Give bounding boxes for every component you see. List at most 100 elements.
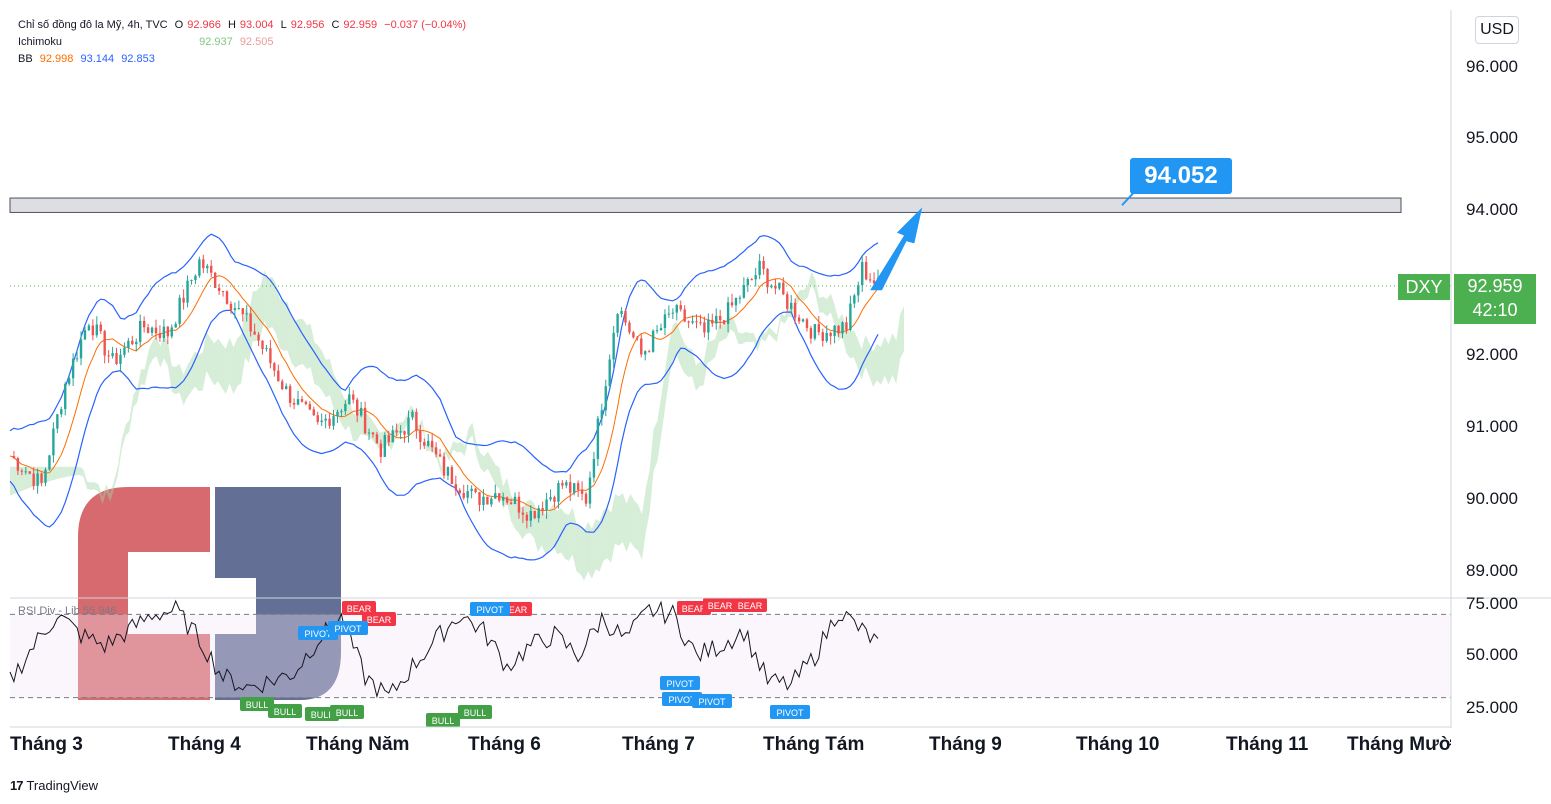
candle-body	[857, 285, 860, 296]
cloud-segment	[299, 318, 303, 366]
candle-body	[849, 303, 852, 331]
target-callout[interactable]: 94.052	[1130, 158, 1232, 194]
signal-label-bull: BULL	[246, 700, 269, 710]
candle-body	[415, 411, 418, 431]
open-label: O	[174, 19, 184, 31]
candle-body	[462, 493, 465, 498]
candle-body	[734, 297, 738, 306]
candle-body	[490, 498, 493, 505]
candle-body	[659, 328, 663, 331]
candle-body	[565, 482, 568, 486]
cloud-segment	[283, 301, 288, 351]
candle-body	[28, 471, 31, 474]
signal-label-bear: BEAR	[367, 615, 392, 625]
candle-body	[202, 259, 205, 269]
rsi-legend[interactable]: RSI Div - Lib 55.946	[18, 605, 116, 617]
cloud-segment	[291, 314, 296, 368]
candle-body	[206, 265, 209, 269]
ichimoku-label[interactable]: Ichimoku	[18, 36, 62, 48]
candle-body	[738, 297, 742, 299]
cloud-segment	[214, 338, 219, 386]
candle-body	[517, 496, 521, 513]
candle-body	[608, 359, 611, 387]
candle-body	[383, 435, 387, 457]
symbol-title[interactable]: Chỉ số đồng đô la Mỹ, 4h, TVC	[18, 19, 168, 31]
candle-body	[210, 265, 213, 273]
close-label: C	[331, 19, 340, 31]
resistance-zone-box	[9, 197, 1402, 213]
candle-body	[687, 321, 690, 323]
tradingview-mark-icon: 17	[10, 778, 24, 793]
time-tick: Tháng 3	[10, 734, 83, 755]
rsi-value: 55.946	[82, 605, 117, 617]
candle-body	[695, 321, 698, 323]
cloud-segment	[591, 518, 596, 579]
candle-body	[509, 502, 513, 505]
candle-body	[758, 260, 761, 276]
candle-body	[265, 348, 268, 350]
candle-body	[64, 383, 67, 410]
candle-body	[868, 279, 872, 281]
candle-body	[423, 441, 426, 446]
candle-body	[32, 473, 35, 486]
ichimoku-value-1: 92.937	[199, 36, 233, 48]
candle-body	[636, 337, 639, 339]
candle-body	[170, 327, 173, 337]
candle-body	[281, 381, 284, 390]
cloud-segment	[557, 508, 562, 555]
cloud-segment	[218, 338, 222, 389]
cloud-segment	[707, 340, 712, 363]
cloud-segment	[318, 345, 323, 391]
bb-label[interactable]: BB	[18, 53, 33, 65]
candle-body	[182, 297, 185, 303]
candle-body	[825, 332, 828, 341]
cloud-segment	[175, 363, 180, 395]
candle-body	[430, 440, 434, 448]
candle-body	[233, 308, 237, 311]
cloud-segment	[268, 276, 273, 330]
candle-body	[864, 261, 868, 280]
candle-body	[549, 497, 552, 500]
rsi-tick: 75.000	[1466, 594, 1518, 613]
candle-body	[537, 508, 540, 519]
currency-button[interactable]: USD	[1475, 16, 1519, 44]
tradingview-logo[interactable]: 17 TradingView	[10, 778, 98, 793]
candle-body	[253, 331, 256, 335]
candle-body	[375, 434, 379, 444]
candle-body	[478, 492, 481, 505]
bar-countdown: 42:10	[1472, 300, 1518, 320]
candle-body	[356, 399, 359, 416]
cloud-segment	[719, 324, 723, 343]
candle-body	[454, 484, 458, 491]
symbol-tag: DXY	[1398, 274, 1450, 300]
candle-body	[277, 370, 280, 382]
candle-body	[841, 322, 844, 334]
candle-body	[261, 340, 264, 350]
candle-body	[703, 322, 706, 333]
candle-body	[553, 497, 556, 502]
candle-body	[691, 321, 694, 323]
candle-body	[56, 414, 59, 429]
candle-body	[217, 287, 221, 291]
time-tick: Tháng 4	[168, 734, 241, 755]
price-tick: 92.000	[1466, 345, 1518, 364]
candle-body	[419, 430, 422, 442]
signal-label-pivot: PIVOT	[666, 679, 694, 689]
candle-body	[569, 482, 572, 493]
candle-body	[150, 327, 154, 333]
candle-body	[48, 455, 51, 470]
candle-body	[655, 330, 659, 332]
signal-label-pivot: PIVOT	[776, 708, 804, 718]
candle-body	[229, 303, 233, 311]
signal-label-bull: BULL	[432, 716, 455, 726]
candle-body	[87, 325, 91, 331]
tradingview-name: TradingView	[26, 778, 99, 793]
candle-body	[257, 334, 260, 341]
cloud-segment	[221, 344, 226, 394]
candle-body	[269, 348, 272, 364]
candle-body	[24, 471, 27, 473]
candle-body	[158, 333, 162, 338]
cloud-segment	[711, 338, 716, 361]
candle-body	[312, 409, 315, 416]
chart-canvas[interactable]: BEARBEARBEAR BEAR BEAR BEARPIVOT PIVOTPIVOTP…	[0, 0, 1551, 804]
